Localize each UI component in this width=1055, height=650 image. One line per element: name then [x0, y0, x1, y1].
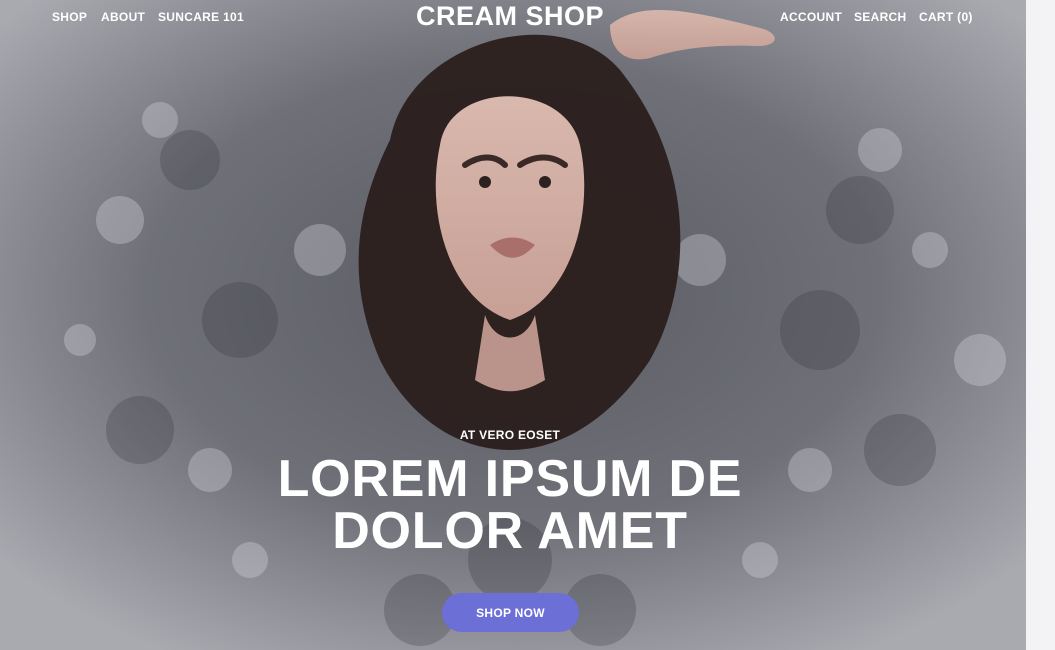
- nav-account-link[interactable]: ACCOUNT: [780, 10, 842, 24]
- nav-cart-link[interactable]: CART (0): [919, 10, 973, 24]
- hero-eyebrow: AT VERO EOSET: [459, 428, 561, 442]
- hero-headline-line-1: LOREM IPSUM DE: [277, 450, 743, 508]
- shop-now-button[interactable]: SHOP NOW: [442, 593, 579, 632]
- nav-search-link[interactable]: SEARCH: [854, 10, 906, 24]
- top-navigation: SHOP ABOUT SUNCARE 101 CREAM SHOP ACCOUN…: [0, 0, 1026, 34]
- hero-section: SHOP ABOUT SUNCARE 101 CREAM SHOP ACCOUN…: [0, 0, 1026, 650]
- hero-headline-line-2: DOLOR AMET: [332, 502, 688, 560]
- page-scrollbar-gutter: [1026, 0, 1055, 650]
- hero-headline: LOREM IPSUM DE DOLOR AMET: [0, 453, 1020, 557]
